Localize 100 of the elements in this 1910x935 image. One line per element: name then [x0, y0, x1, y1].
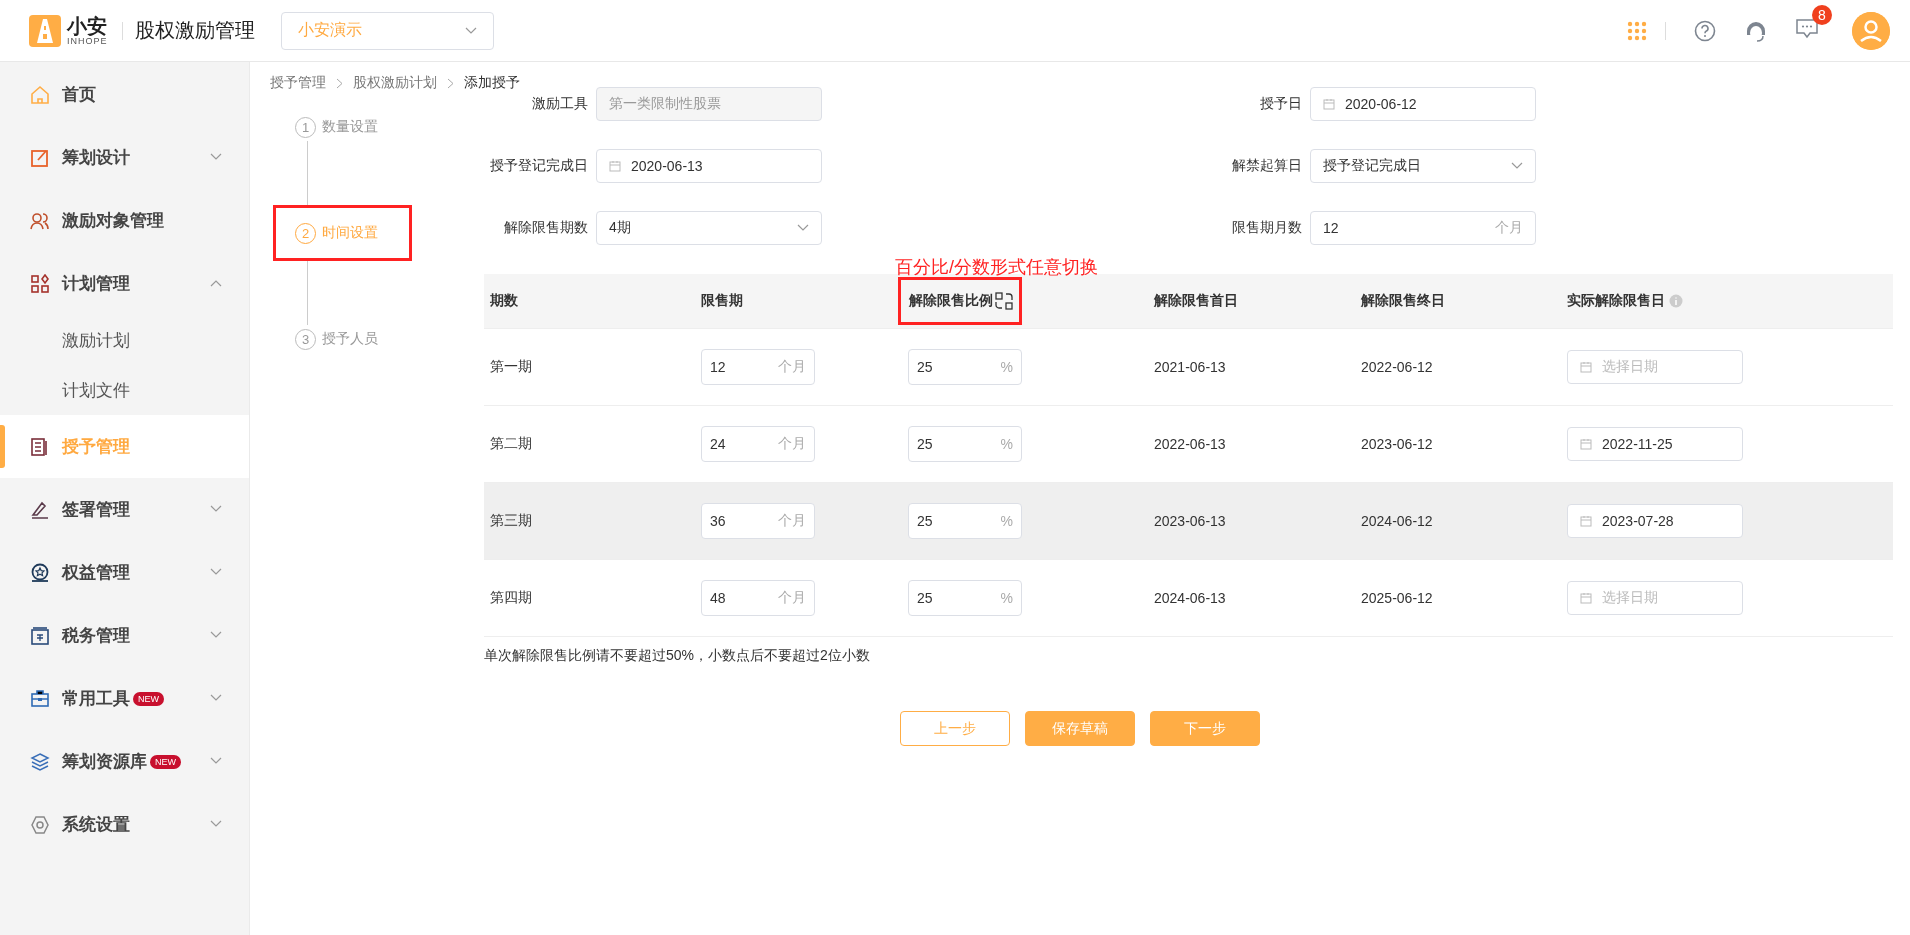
chevron-right-icon [447, 77, 454, 89]
app-title: 股权激励管理 [134, 18, 255, 43]
sidebar-item[interactable]: 筹划设计 [0, 126, 249, 189]
chevron-icon [210, 631, 222, 639]
calendar-icon [1580, 438, 1592, 450]
calendar-icon [1323, 98, 1335, 110]
home-icon [30, 84, 50, 105]
receipt-icon [30, 625, 50, 646]
logo-subtitle: INHOPE [67, 36, 108, 46]
field-label: 解禁起算日 [1231, 157, 1302, 175]
column-header: 实际解除限售日 [1567, 292, 1665, 310]
field-label: 激励工具 [531, 95, 588, 113]
step-number: 3 [295, 328, 316, 350]
breadcrumb-item[interactable]: 授予管理 [270, 74, 326, 92]
people-icon [30, 210, 50, 231]
column-header: 期数 [490, 292, 518, 310]
switch-icon[interactable] [995, 292, 1013, 310]
sidebar-item[interactable]: 系统设置 [0, 793, 249, 856]
sidebar-item[interactable]: 激励对象管理 [0, 189, 249, 252]
chevron-icon [210, 694, 222, 702]
chevron-icon [210, 279, 222, 287]
chevron-icon [210, 820, 222, 828]
hint-text: 单次解除限售比例请不要超过50%，小数点后不要超过2位小数 [484, 647, 871, 665]
apps-grid-icon[interactable] [1627, 20, 1647, 41]
column-header: 解除限售比例 [909, 292, 993, 310]
input-field[interactable]: 25 % [908, 503, 1022, 539]
table-cell: 第二期 [490, 435, 532, 451]
sidebar-item[interactable]: 常用工具 NEW [0, 667, 249, 730]
step-label: 授予人员 [322, 330, 378, 348]
calendar-icon [1580, 592, 1592, 604]
input-field[interactable]: 48 个月 [701, 580, 815, 616]
new-badge: NEW [150, 754, 181, 769]
table-cell: 2022-06-13 [1154, 436, 1226, 452]
toolbox-icon [30, 688, 50, 709]
chevron-right-icon [336, 77, 343, 89]
column-header: 解除限售终日 [1361, 292, 1445, 310]
table-cell: 2025-06-12 [1361, 590, 1433, 606]
settings-icon [30, 814, 50, 835]
select-field[interactable]: 4期 [596, 211, 822, 245]
sidebar-item[interactable]: 激励计划 [0, 315, 249, 365]
input-field[interactable]: 25 % [908, 426, 1022, 462]
message-icon[interactable] [1796, 18, 1818, 39]
input-field[interactable]: 12 个月 [1310, 211, 1536, 245]
avatar-icon[interactable] [1852, 11, 1890, 50]
calendar-icon [1580, 361, 1592, 373]
grid-icon [30, 273, 50, 294]
table-cell: 2024-06-13 [1154, 590, 1226, 606]
help-icon[interactable] [1694, 19, 1716, 42]
input-field: 第一类限制性股票 [596, 87, 822, 121]
table-cell: 第四期 [490, 589, 532, 605]
step-label: 时间设置 [322, 224, 378, 242]
input-field[interactable]: 24 个月 [701, 426, 815, 462]
step-number: 2 [295, 222, 316, 244]
chevron-icon [464, 26, 477, 35]
notification-badge: 8 [1812, 4, 1832, 25]
table-cell: 第一期 [490, 358, 532, 374]
new-badge: NEW [133, 691, 164, 706]
input-field[interactable]: 36 个月 [701, 503, 815, 539]
table-cell: 2023-06-12 [1361, 436, 1433, 452]
sidebar-item[interactable]: 筹划资源库 NEW [0, 730, 249, 793]
input-field[interactable]: 12 个月 [701, 349, 815, 385]
pencil-square-icon [30, 147, 50, 168]
date-field[interactable]: 2020-06-12 [1310, 87, 1536, 121]
chevron-icon [210, 153, 222, 161]
medal-icon [30, 562, 50, 583]
column-header: 限售期 [701, 292, 743, 310]
chevron-icon [210, 757, 222, 765]
sidebar-item[interactable]: 权益管理 [0, 541, 249, 604]
table-cell: 2021-06-13 [1154, 359, 1226, 375]
date-field[interactable]: 2022-11-25 [1567, 427, 1743, 461]
table-cell: 第三期 [490, 512, 532, 528]
field-label: 授予登记完成日 [489, 157, 588, 175]
chevron-icon [797, 224, 809, 232]
sidebar-item[interactable]: 首页 [0, 63, 249, 126]
sidebar-item[interactable]: 税务管理 [0, 604, 249, 667]
chevron-icon [210, 568, 222, 576]
calendar-icon [1580, 515, 1592, 527]
sidebar-item[interactable]: 签署管理 [0, 478, 249, 541]
select-field[interactable]: 授予登记完成日 [1310, 149, 1536, 183]
breadcrumb-item: 添加授予 [464, 74, 520, 92]
input-field[interactable]: 25 % [908, 349, 1022, 385]
input-field[interactable]: 25 % [908, 580, 1022, 616]
calendar-icon [609, 160, 621, 172]
document-icon [30, 436, 50, 457]
date-field[interactable]: 2020-06-13 [596, 149, 822, 183]
field-label: 授予日 [1259, 95, 1302, 113]
date-field[interactable]: 2023-07-28 [1567, 504, 1743, 538]
breadcrumb-item[interactable]: 股权激励计划 [353, 74, 437, 92]
field-label: 限售期月数 [1231, 219, 1302, 237]
sidebar-item[interactable]: 计划文件 [0, 365, 249, 415]
column-header: 解除限售首日 [1154, 292, 1238, 310]
sidebar-item[interactable]: 计划管理 [0, 252, 249, 315]
annotation-text: 百分比/分数形式任意切换 [895, 256, 1098, 279]
layers-icon [30, 751, 50, 772]
step-number: 1 [295, 116, 316, 138]
table-cell: 2023-06-13 [1154, 513, 1226, 529]
step-label: 数量设置 [322, 118, 378, 136]
chevron-icon [210, 505, 222, 513]
signature-icon [30, 499, 50, 520]
table-cell: 2022-06-12 [1361, 359, 1433, 375]
